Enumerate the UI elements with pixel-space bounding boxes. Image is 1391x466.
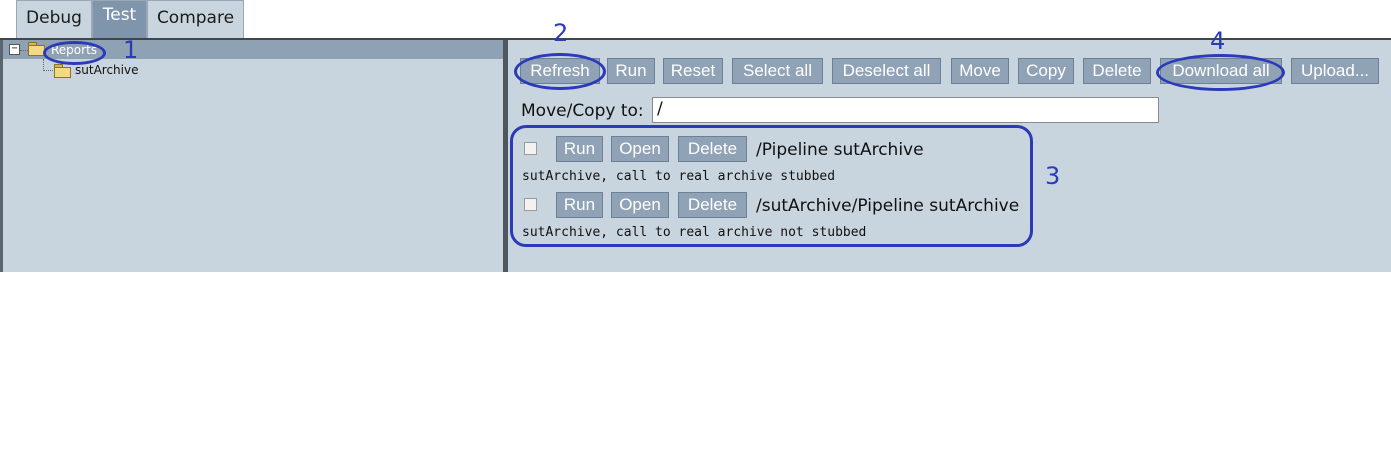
move-copy-label: Move/Copy to: <box>521 101 644 121</box>
copy-button[interactable]: Copy <box>1018 58 1074 84</box>
run-all-button[interactable]: Run <box>607 58 655 84</box>
tree-item-sutarchive[interactable]: sutArchive <box>75 63 138 78</box>
annotation-number-2: 2 <box>553 19 569 47</box>
annotation-number-3: 3 <box>1045 162 1061 190</box>
tree-connector <box>20 50 28 51</box>
tab-bar: Debug Test Compare <box>0 0 1391 38</box>
select-all-button[interactable]: Select all <box>732 58 823 84</box>
tab-test[interactable]: Test <box>92 0 147 38</box>
tree-panel: − Reports sutArchive <box>0 40 503 272</box>
move-copy-path-input[interactable]: / <box>652 97 1159 123</box>
annotation-box-reports <box>510 125 1033 247</box>
delete-button[interactable]: Delete <box>1083 58 1151 84</box>
annotation-number-4: 4 <box>1210 27 1226 55</box>
deselect-all-button[interactable]: Deselect all <box>832 58 941 84</box>
reset-button[interactable]: Reset <box>663 58 723 84</box>
folder-icon <box>54 64 71 78</box>
upload-button[interactable]: Upload... <box>1291 58 1379 84</box>
tab-debug[interactable]: Debug <box>16 0 92 38</box>
tab-compare[interactable]: Compare <box>147 0 244 38</box>
move-button[interactable]: Move <box>951 58 1009 84</box>
annotation-circle-refresh <box>514 53 606 90</box>
annotation-circle-reports <box>43 41 106 65</box>
collapse-icon[interactable]: − <box>9 44 20 55</box>
annotation-number-1: 1 <box>123 36 139 64</box>
annotation-circle-download <box>1156 54 1285 91</box>
